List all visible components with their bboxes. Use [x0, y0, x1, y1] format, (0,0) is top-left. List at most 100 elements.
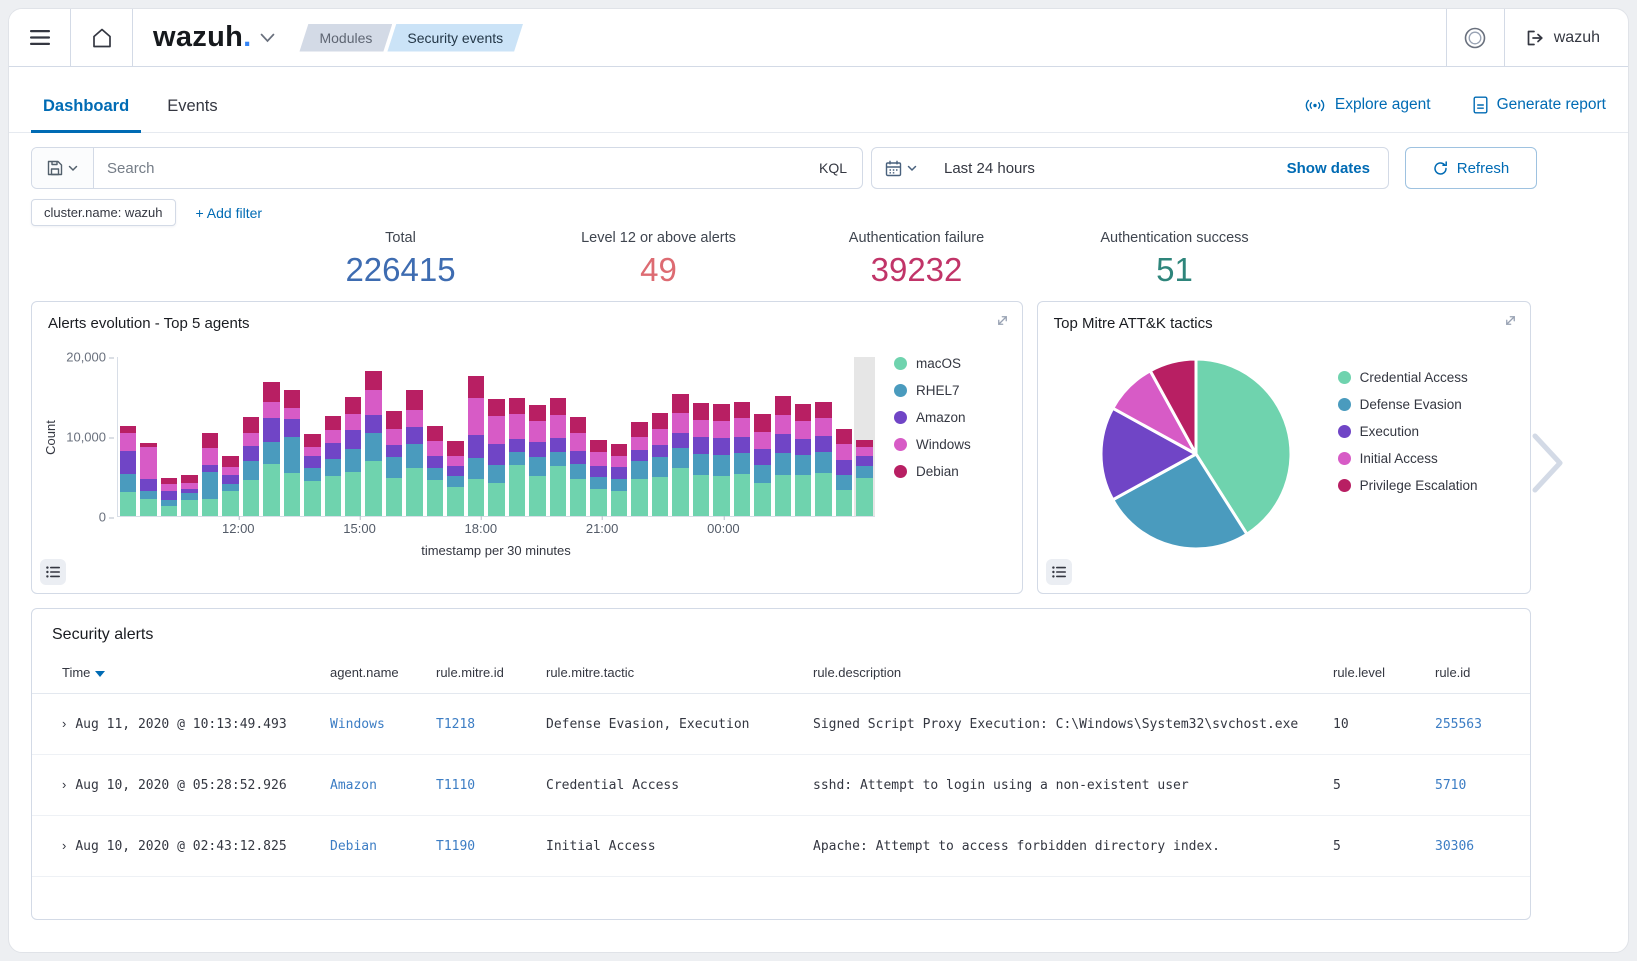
- bar-26[interactable]: [650, 357, 670, 516]
- quick-select-button[interactable]: [872, 148, 930, 188]
- status-button[interactable]: [1446, 9, 1504, 66]
- column-header-rule-mitre-id[interactable]: rule.mitre.id: [428, 652, 538, 694]
- explore-agent-button[interactable]: Explore agent: [1304, 96, 1431, 114]
- alert-row[interactable]: ›Aug 10, 2020 @ 05:28:52.926AmazonT1110C…: [32, 755, 1530, 816]
- show-dates-button[interactable]: Show dates: [1269, 148, 1388, 188]
- tab-events[interactable]: Events: [155, 97, 229, 132]
- pie-chart[interactable]: [1096, 354, 1296, 554]
- expand-row-icon[interactable]: ›: [62, 777, 66, 792]
- chevron-down-icon[interactable]: [260, 33, 275, 43]
- bar-28[interactable]: [691, 357, 711, 516]
- bar-25[interactable]: [629, 357, 649, 516]
- bar-33[interactable]: [793, 357, 813, 516]
- bar-35[interactable]: [834, 357, 854, 516]
- account-menu[interactable]: wazuh: [1504, 9, 1628, 66]
- expand-row-icon[interactable]: ›: [62, 838, 66, 853]
- bar-12[interactable]: [363, 357, 383, 516]
- bar-5[interactable]: [220, 357, 240, 516]
- bar-24[interactable]: [609, 357, 629, 516]
- rule-id-link[interactable]: 5710: [1435, 778, 1466, 793]
- legend-item-initial-access[interactable]: Initial Access: [1338, 445, 1478, 472]
- next-visualizations-button[interactable]: [1530, 431, 1566, 500]
- bar-34[interactable]: [813, 357, 833, 516]
- legend-item-macos[interactable]: macOS: [894, 350, 971, 377]
- generate-report-button[interactable]: Generate report: [1473, 96, 1606, 114]
- bar-11[interactable]: [343, 357, 363, 516]
- rule-mitre-id-link[interactable]: T1190: [436, 839, 475, 854]
- column-header-rule-description[interactable]: rule.description: [805, 652, 1325, 694]
- bar-8[interactable]: [282, 357, 302, 516]
- legend-item-debian[interactable]: Debian: [894, 458, 971, 485]
- legend-item-amazon[interactable]: Amazon: [894, 404, 971, 431]
- kql-toggle[interactable]: KQL: [804, 148, 862, 188]
- rule-id-link[interactable]: 30306: [1435, 839, 1474, 854]
- bar-21[interactable]: [548, 357, 568, 516]
- expand-icon[interactable]: [995, 313, 1010, 333]
- bar-29[interactable]: [711, 357, 731, 516]
- time-range-value[interactable]: Last 24 hours: [930, 148, 1269, 188]
- bar-9[interactable]: [302, 357, 322, 516]
- bar-15[interactable]: [425, 357, 445, 516]
- column-header-rule-id[interactable]: rule.id: [1427, 652, 1530, 694]
- bar-7[interactable]: [261, 357, 281, 516]
- bar-0[interactable]: [118, 357, 138, 516]
- menu-button[interactable]: [9, 9, 71, 66]
- agent-name-link[interactable]: Windows: [330, 717, 385, 732]
- rule-id-link[interactable]: 255563: [1435, 717, 1482, 732]
- bar-13[interactable]: [384, 357, 404, 516]
- column-header-rule-level[interactable]: rule.level: [1325, 652, 1427, 694]
- bar-1[interactable]: [138, 357, 158, 516]
- bar-36[interactable]: [854, 357, 874, 516]
- column-header-rule-mitre-tactic[interactable]: rule.mitre.tactic: [538, 652, 805, 694]
- filter-pill[interactable]: cluster.name: wazuh: [31, 199, 176, 226]
- column-header-time[interactable]: Time: [32, 652, 322, 694]
- bar-2[interactable]: [159, 357, 179, 516]
- home-button[interactable]: [71, 9, 133, 66]
- bar-19[interactable]: [507, 357, 527, 516]
- wazuh-logo[interactable]: wazuh.: [133, 9, 287, 66]
- bar-27[interactable]: [670, 357, 690, 516]
- bar-segment-debian: [672, 394, 688, 413]
- bar-segment-amazon: [590, 466, 606, 477]
- bar-31[interactable]: [752, 357, 772, 516]
- alert-row[interactable]: ›Aug 10, 2020 @ 02:43:12.825DebianT1190I…: [32, 816, 1530, 877]
- legend-item-defense-evasion[interactable]: Defense Evasion: [1338, 391, 1478, 418]
- bar-16[interactable]: [445, 357, 465, 516]
- bar-30[interactable]: [732, 357, 752, 516]
- bar-18[interactable]: [486, 357, 506, 516]
- bar-segment-debian: [775, 396, 791, 415]
- legend-item-privilege-escalation[interactable]: Privilege Escalation: [1338, 472, 1478, 499]
- legend-item-execution[interactable]: Execution: [1338, 418, 1478, 445]
- alert-row[interactable]: ›Aug 11, 2020 @ 10:13:49.493WindowsT1218…: [32, 694, 1530, 755]
- rule-mitre-id-link[interactable]: T1110: [436, 778, 475, 793]
- bar-6[interactable]: [241, 357, 261, 516]
- breadcrumb-modules[interactable]: Modules: [299, 24, 392, 52]
- bar-22[interactable]: [568, 357, 588, 516]
- add-filter-button[interactable]: + Add filter: [196, 205, 263, 221]
- bar-23[interactable]: [588, 357, 608, 516]
- tab-dashboard[interactable]: Dashboard: [31, 97, 141, 132]
- breadcrumb-security-events[interactable]: Security events: [387, 24, 523, 52]
- agent-name-link[interactable]: Amazon: [330, 778, 377, 793]
- refresh-button[interactable]: Refresh: [1405, 147, 1537, 189]
- expand-icon[interactable]: [1503, 313, 1518, 333]
- legend-toggle-button[interactable]: [1046, 559, 1072, 585]
- bar-32[interactable]: [773, 357, 793, 516]
- agent-name-link[interactable]: Debian: [330, 839, 377, 854]
- bar-3[interactable]: [179, 357, 199, 516]
- legend-item-rhel7[interactable]: RHEL7: [894, 377, 971, 404]
- bar-20[interactable]: [527, 357, 547, 516]
- save-query-button[interactable]: [32, 148, 94, 188]
- bar-14[interactable]: [404, 357, 424, 516]
- legend-item-windows[interactable]: Windows: [894, 431, 971, 458]
- bar-segment-rhel7: [529, 457, 545, 476]
- column-header-agent-name[interactable]: agent.name: [322, 652, 428, 694]
- legend-toggle-button[interactable]: [40, 559, 66, 585]
- bar-10[interactable]: [323, 357, 343, 516]
- legend-item-credential-access[interactable]: Credential Access: [1338, 364, 1478, 391]
- bar-4[interactable]: [200, 357, 220, 516]
- rule-mitre-id-link[interactable]: T1218: [436, 717, 475, 732]
- bar-17[interactable]: [466, 357, 486, 516]
- expand-row-icon[interactable]: ›: [62, 716, 66, 731]
- search-input[interactable]: Search: [94, 148, 804, 188]
